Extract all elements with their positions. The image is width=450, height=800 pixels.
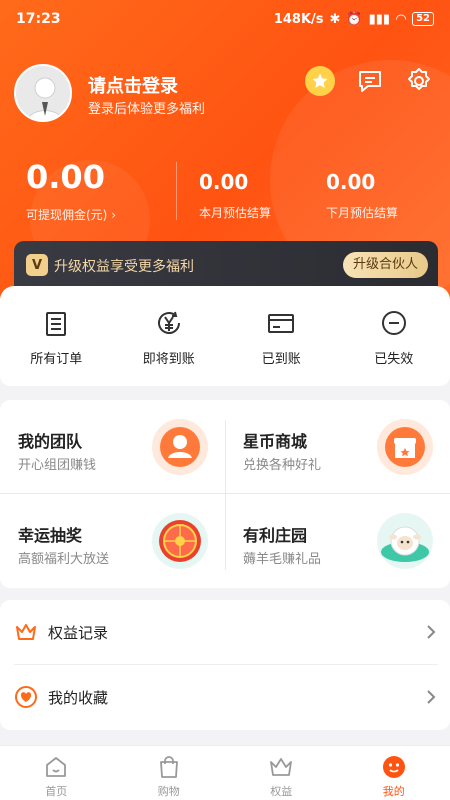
feature-lottery[interactable]: 幸运抽奖 高额福利大放送 <box>0 494 225 588</box>
tab-label: 我的 <box>382 785 405 798</box>
list-item-label: 权益记录 <box>48 624 109 642</box>
message-icon[interactable] <box>355 66 385 96</box>
this-month-label: 本月预估结算 <box>199 206 272 220</box>
tab-mine[interactable]: 我的 <box>338 746 450 800</box>
crown-icon <box>270 758 293 776</box>
alarm-icon: ⏰ <box>346 11 363 27</box>
card-icon <box>268 314 295 333</box>
list-item-label: 我的收藏 <box>48 689 109 707</box>
feature-title: 星币商城 <box>243 432 308 451</box>
feature-star-mall[interactable]: 星币商城 兑换各种好礼 <box>225 400 450 494</box>
vip-badge-icon: V <box>26 254 48 276</box>
order-expired-label: 已失效 <box>374 352 414 367</box>
upgrade-text: 升级权益享受更多福利 <box>54 259 194 275</box>
bluetooth-icon: ✱ <box>329 11 341 27</box>
yen-coin-icon <box>157 311 180 334</box>
tab-label: 首页 <box>45 785 68 798</box>
divider <box>176 162 177 220</box>
feature-title: 幸运抽奖 <box>18 526 83 545</box>
feature-subtitle: 高额福利大放送 <box>18 552 110 567</box>
orders-card: 所有订单 即将到账 已到账 已失效 <box>0 286 450 386</box>
order-received-label: 已到账 <box>261 352 301 367</box>
status-icons: 148K/s ✱ ⏰ ▮▮▮ ◠ 52 <box>274 12 434 27</box>
tab-home[interactable]: 首页 <box>0 746 113 800</box>
menu-list: 权益记录 我的收藏 <box>0 600 450 730</box>
signal-icon: ▮▮▮ <box>368 11 391 27</box>
feature-subtitle: 薅羊毛赚礼品 <box>243 552 322 567</box>
lottery-wheel-icon <box>152 513 208 569</box>
home-icon <box>46 757 67 777</box>
feature-title: 有利庄园 <box>243 526 308 545</box>
settings-gear-icon[interactable] <box>404 66 434 96</box>
order-pending[interactable]: 即将到账 <box>113 286 226 386</box>
order-received[interactable]: 已到账 <box>225 286 338 386</box>
next-month-amount: 0.00 <box>326 170 376 194</box>
bottom-tab-bar: 首页 购物 权益 我的 <box>0 745 450 800</box>
network-speed: 148K/s <box>273 11 324 27</box>
feature-title: 我的团队 <box>18 432 83 451</box>
this-month-amount: 0.00 <box>199 170 249 194</box>
battery-icon: 52 <box>412 12 434 26</box>
feature-subtitle: 开心组团赚钱 <box>18 458 97 473</box>
wifi-icon: ◠ <box>396 11 407 27</box>
feature-farm[interactable]: 有利庄园 薅羊毛赚礼品 <box>225 494 450 588</box>
chevron-right-icon: › <box>111 208 117 222</box>
order-expired[interactable]: 已失效 <box>338 286 450 386</box>
login-title[interactable]: 请点击登录 <box>88 72 178 98</box>
feature-subtitle: 兑换各种好礼 <box>243 458 322 473</box>
tab-rights[interactable]: 权益 <box>225 746 338 800</box>
clipboard-icon <box>46 312 67 336</box>
status-time: 17:23 <box>16 11 61 27</box>
withdrawable-label-text: 可提现佣金(元) <box>26 208 108 222</box>
chevron-right-icon <box>427 625 436 639</box>
withdrawable-amount: 0.00 <box>26 158 105 196</box>
status-bar: 17:23 148K/s ✱ ⏰ ▮▮▮ ◠ 52 <box>0 0 450 38</box>
minus-circle-icon <box>381 311 406 335</box>
avatar[interactable] <box>14 64 72 122</box>
star-badge-icon[interactable] <box>305 66 335 96</box>
crown-icon <box>16 624 36 640</box>
order-all-label: 所有订单 <box>30 352 83 367</box>
chevron-right-icon <box>427 690 436 704</box>
list-item-rights-record[interactable]: 权益记录 <box>0 600 450 665</box>
upgrade-partner-button[interactable]: 升级合伙人 <box>342 252 428 278</box>
heart-icon <box>15 686 37 708</box>
login-subtitle: 登录后体验更多福利 <box>88 102 206 117</box>
profile-face-icon <box>382 756 405 778</box>
feature-team[interactable]: 我的团队 开心组团赚钱 <box>0 400 225 494</box>
bag-icon <box>159 756 178 778</box>
order-all[interactable]: 所有订单 <box>0 286 113 386</box>
upgrade-banner[interactable]: V 升级权益享受更多福利 升级合伙人 <box>14 241 438 291</box>
shop-icon <box>377 419 433 475</box>
tab-shopping[interactable]: 购物 <box>113 746 226 800</box>
withdrawable-label[interactable]: 可提现佣金(元) › <box>26 206 116 223</box>
tab-label: 购物 <box>157 785 180 798</box>
team-icon <box>152 419 208 475</box>
order-pending-label: 即将到账 <box>142 352 195 367</box>
next-month-label: 下月预估结算 <box>326 206 399 220</box>
tab-label: 权益 <box>270 785 293 798</box>
sheep-icon <box>377 513 433 569</box>
feature-grid: 我的团队 开心组团赚钱 星币商城 兑换各种好礼 幸运抽奖 高额福利大放送 有利庄… <box>0 400 450 588</box>
list-item-favorites[interactable]: 我的收藏 <box>0 665 450 729</box>
